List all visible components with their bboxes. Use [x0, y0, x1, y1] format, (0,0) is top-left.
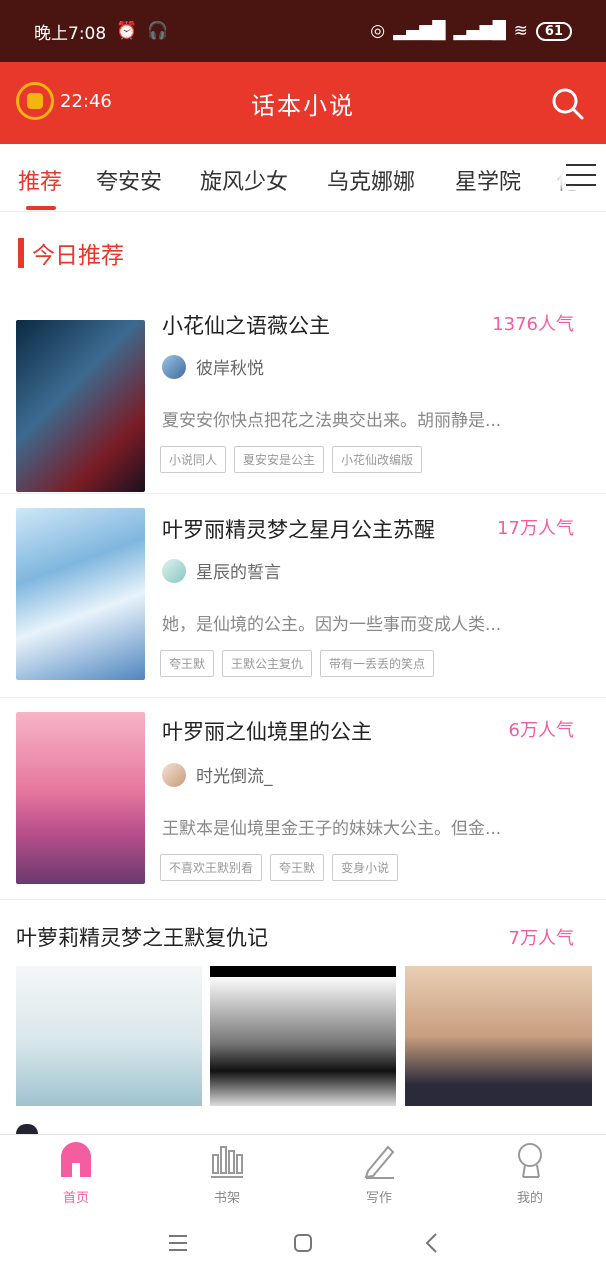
avatar [16, 1124, 38, 1134]
search-icon[interactable] [550, 86, 584, 120]
signal-icon: ▂▄▆█ [393, 21, 446, 41]
app-title: 话本小说 [251, 92, 355, 120]
hotspot-icon: ◎ [370, 21, 386, 41]
tag[interactable]: 夸王默 [160, 650, 215, 677]
avatar [162, 762, 186, 787]
book-tags: 不喜欢王默别看 夸王默 变身小说 [160, 854, 399, 881]
nav-label: 书架 [213, 1191, 240, 1206]
book-cover[interactable] [16, 712, 145, 884]
tag[interactable]: 小花仙改编版 [332, 446, 423, 473]
book-author[interactable]: 时光倒流_ [162, 762, 273, 787]
nav-profile[interactable]: 我的 [490, 1141, 570, 1206]
author-name: 彼岸秋悦 [196, 359, 264, 379]
tag[interactable]: 带有一丢丢的笑点 [320, 650, 435, 677]
book-desc: 她，是仙境的公主。因为一些事而变成人类... [162, 615, 502, 635]
home-button-icon[interactable] [293, 1233, 313, 1253]
menu-icon[interactable] [566, 164, 596, 190]
tab-wukenana[interactable]: 乌克娜娜 [327, 164, 415, 196]
app-header: 22:46 话本小说 [0, 62, 606, 144]
book-desc: 夏安安你快点把花之法典交出来。胡丽静是... [162, 411, 502, 431]
tab-kuaanan[interactable]: 夸安安 [96, 164, 162, 196]
book-tags: 夸王默 王默公主复仇 带有一丢丢的笑点 [160, 650, 435, 677]
tab-xuanfeng[interactable]: 旋风少女 [200, 164, 288, 196]
tag[interactable]: 夏安安是公主 [234, 446, 325, 473]
wifi-icon: ≋ [513, 21, 528, 41]
section-title-text: 今日推荐 [32, 243, 124, 269]
tab-recommend[interactable]: 推荐 [18, 164, 62, 196]
nav-label: 首页 [62, 1191, 89, 1206]
book-popularity: 1376人气 [492, 314, 574, 335]
avatar [162, 354, 186, 379]
featured-image[interactable] [210, 966, 396, 1106]
book-author[interactable]: 彼岸秋悦 [162, 354, 264, 379]
nav-label: 我的 [516, 1191, 543, 1206]
tag[interactable]: 夸王默 [270, 854, 325, 881]
nav-bookshelf[interactable]: 书架 [187, 1141, 267, 1206]
author-name: 时光倒流_ [196, 767, 273, 787]
nav-label: 写作 [365, 1191, 392, 1206]
book-cover[interactable] [16, 508, 145, 680]
home-icon [61, 1142, 91, 1177]
nav-home[interactable]: 首页 [36, 1141, 116, 1206]
tag[interactable]: 不喜欢王默别看 [160, 854, 263, 881]
avatar [162, 558, 186, 583]
tag[interactable]: 变身小说 [332, 854, 399, 881]
tag[interactable]: 小说同人 [160, 446, 227, 473]
nav-write[interactable]: 写作 [339, 1141, 419, 1206]
tag[interactable]: 王默公主复仇 [222, 650, 313, 677]
book-title[interactable]: 叶罗丽之仙境里的公主 [162, 716, 372, 746]
tab-underline [26, 206, 56, 210]
bookshelf-icon [211, 1146, 243, 1178]
book-title[interactable]: 小花仙之语薇公主 [162, 310, 330, 340]
featured-title[interactable]: 叶萝莉精灵梦之王默复仇记 [16, 922, 268, 952]
author-name: 星辰的誓言 [196, 563, 281, 583]
status-bar: 晚上7:08 ⏰ 🎧 ◎ ▂▄▆█ ▂▄▆█ ≋ 61 [0, 0, 606, 62]
book-popularity: 6万人气 [508, 720, 574, 741]
system-nav [0, 1208, 606, 1280]
book-item[interactable]: 叶罗丽之仙境里的公主 6万人气 时光倒流_ 王默本是仙境里金王子的妹妹大公主。但… [0, 698, 606, 900]
section-title: 今日推荐 [18, 236, 124, 270]
signal-icon-2: ▂▄▆█ [453, 21, 506, 41]
headphones-icon: 🎧 [147, 21, 169, 41]
recents-icon[interactable] [168, 1234, 188, 1252]
book-item[interactable]: 小花仙之语薇公主 1376人气 彼岸秋悦 夏安安你快点把花之法典交出来。胡丽静是… [0, 290, 606, 494]
book-popularity: 17万人气 [497, 518, 574, 539]
book-cover[interactable] [16, 320, 145, 492]
book-tags: 小说同人 夏安安是公主 小花仙改编版 [160, 446, 423, 473]
pen-icon [364, 1145, 395, 1179]
featured-image[interactable] [16, 966, 202, 1106]
book-item[interactable]: 叶罗丽精灵梦之星月公主苏醒 17万人气 星辰的誓言 她，是仙境的公主。因为一些事… [0, 494, 606, 698]
book-desc: 王默本是仙境里金王子的妹妹大公主。但金... [162, 819, 502, 839]
status-time: 晚上7:08 [34, 23, 107, 44]
featured-image[interactable] [405, 966, 592, 1106]
battery-icon: 61 [535, 21, 572, 41]
featured-popularity: 7万人气 [508, 928, 574, 949]
bottom-nav: 首页 书架 写作 我的 [0, 1134, 606, 1208]
profile-icon [518, 1143, 542, 1178]
book-author[interactable]: 星辰的誓言 [162, 558, 281, 583]
section-bar [18, 238, 24, 268]
alarm-icon: ⏰ [116, 21, 138, 41]
category-tabs: 推荐 夸安安 旋风少女 乌克娜娜 星学院 化 [0, 144, 606, 212]
book-title[interactable]: 叶罗丽精灵梦之星月公主苏醒 [162, 514, 435, 544]
tab-xingxueyuan[interactable]: 星学院 [455, 164, 521, 196]
back-icon[interactable] [424, 1232, 438, 1254]
